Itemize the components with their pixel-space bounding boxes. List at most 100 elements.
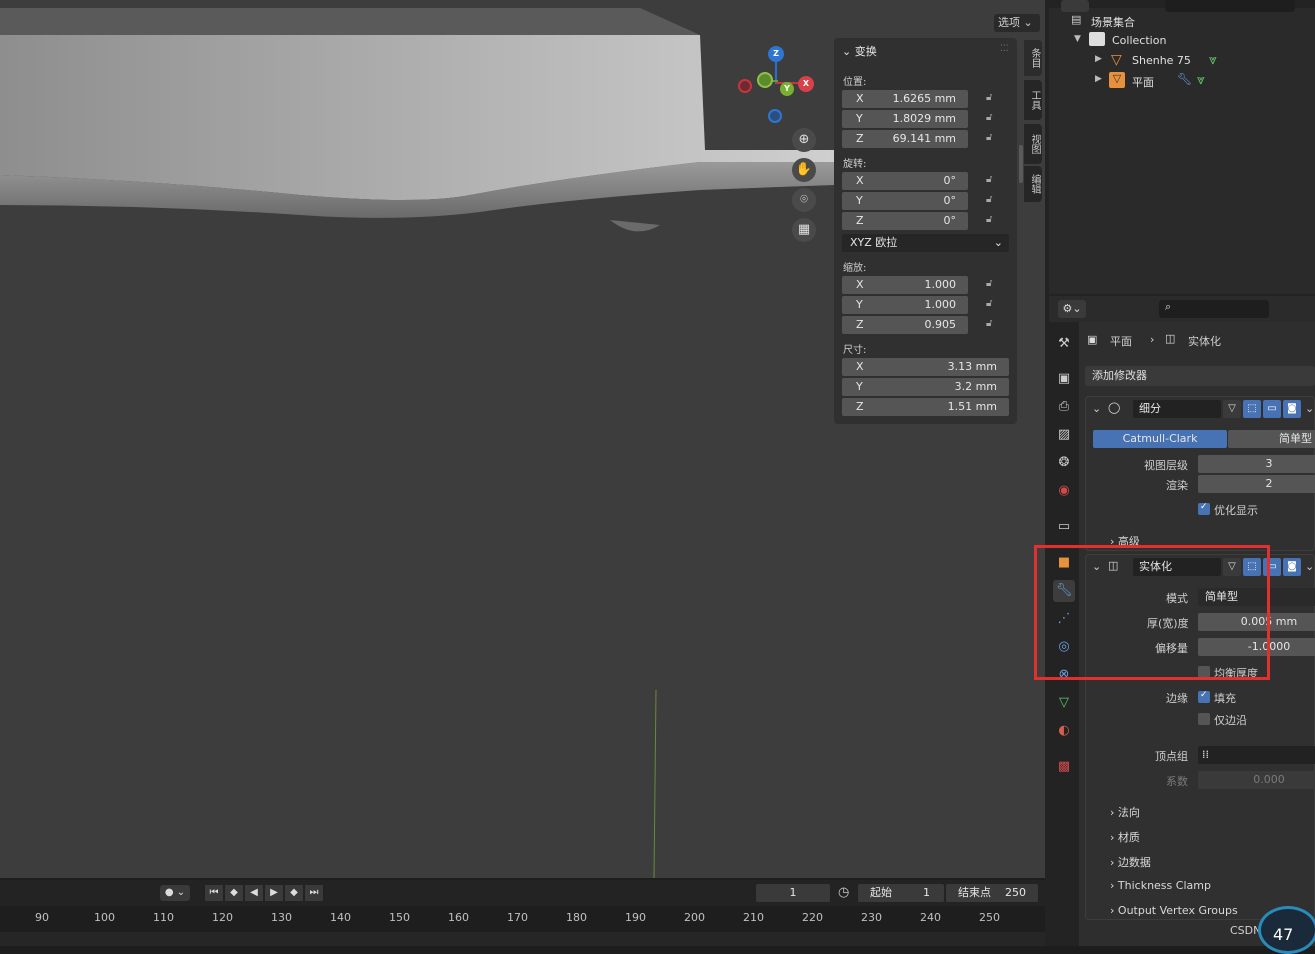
collapse-icon[interactable]: ⌄ [1092, 402, 1101, 415]
simple-button[interactable]: 简单型 [1228, 430, 1315, 448]
zoom-icon[interactable]: ⊕ [792, 128, 816, 152]
dimensions-z-field[interactable]: Z 1.51 mm [842, 398, 1009, 416]
x-axis-icon[interactable]: X [798, 76, 814, 92]
navigation-gizmo[interactable]: Z X Y [738, 44, 816, 128]
dimensions-x-field[interactable]: X 3.13 mm [842, 358, 1009, 376]
mesh-data-icon[interactable]: ⩔ [1197, 72, 1205, 88]
viewport-display-icon[interactable]: ▭ [1263, 400, 1281, 418]
start-frame-field[interactable]: 起始 1 [858, 884, 944, 902]
ortho-grid-icon[interactable]: ▦ [792, 218, 816, 242]
rim-only-checkbox[interactable] [1198, 713, 1210, 725]
tab-item[interactable]: 条目 [1024, 40, 1042, 76]
edge-data-section[interactable]: › 边数据 [1110, 854, 1151, 870]
material-tab-icon[interactable]: ◐ [1053, 720, 1075, 742]
materials-section[interactable]: › 材质 [1110, 829, 1140, 845]
lock-icon[interactable]: 🔓︎ [986, 92, 1002, 106]
render-tab-icon[interactable]: ▣ [1053, 368, 1075, 390]
fill-rim-checkbox[interactable]: ✓ [1198, 690, 1210, 703]
expand-arrow-icon[interactable]: ▶ [1095, 74, 1102, 84]
properties-search[interactable]: ⌕ [1159, 300, 1269, 318]
location-y-field[interactable]: Y 1.8029 mm [842, 110, 968, 128]
add-modifier-button[interactable]: 添加修改器 [1085, 366, 1315, 386]
tab-edit[interactable]: 编辑 [1024, 166, 1042, 202]
rotation-y-field[interactable]: Y 0° [842, 192, 968, 210]
world-tab-icon[interactable]: ◉ [1053, 480, 1075, 502]
next-keyframe-icon[interactable]: ◆ [285, 885, 303, 901]
scale-y-field[interactable]: Y 1.000 [842, 296, 968, 314]
subdiv-name-field[interactable]: 细分 [1133, 400, 1221, 418]
panel-scrollbar[interactable] [1019, 145, 1023, 183]
modifier-menu-icon[interactable]: ⌄ [1305, 402, 1314, 415]
jump-end-icon[interactable]: ⏭ [305, 885, 323, 901]
z-axis-icon[interactable]: Z [768, 46, 784, 62]
catmull-clark-button[interactable]: Catmull-Clark [1093, 430, 1227, 448]
scene-tab-icon[interactable]: ❂ [1053, 452, 1075, 474]
play-icon[interactable]: ▶ [265, 885, 283, 901]
texture-tab-icon[interactable]: ▩ [1053, 756, 1075, 778]
neg-y-axis-icon[interactable] [757, 72, 773, 88]
timeline-area[interactable] [0, 932, 1045, 946]
jump-start-icon[interactable]: ⏮ [205, 885, 223, 901]
rotation-x-field[interactable]: X 0° [842, 172, 968, 190]
modifier-wrench-icon[interactable]: 🔧︎ [1177, 72, 1192, 86]
mesh-data-icon[interactable]: ⩔ [1209, 52, 1217, 68]
scale-x-field[interactable]: X 1.000 [842, 276, 968, 294]
vertex-group-field[interactable]: ⁞⁞ [1198, 746, 1315, 764]
object-row-plane[interactable]: ▶ ▽ 平面 🔧︎ ⩔ [1049, 70, 1315, 90]
levels-field[interactable]: 3 [1198, 455, 1315, 473]
editmode-icon[interactable]: ⬚ [1243, 400, 1261, 418]
rotation-z-field[interactable]: Z 0° [842, 212, 968, 230]
rotation-mode-dropdown[interactable]: XYZ 欧拉 ⌄ [842, 234, 1009, 252]
modifier-menu-icon[interactable]: ⌄ [1305, 560, 1314, 573]
view-layer-tab-icon[interactable]: ▨ [1053, 424, 1075, 446]
data-tab-icon[interactable]: ▽ [1053, 692, 1075, 714]
edit-cage-icon[interactable]: ▽ [1223, 400, 1241, 418]
object-row-shenhe[interactable]: ▶ ▽ Shenhe 75 ⩔ [1049, 50, 1315, 70]
factor-field[interactable]: 0.000 [1198, 771, 1315, 789]
current-frame-field[interactable]: 1 [756, 884, 830, 902]
camera-icon[interactable]: ⌾ [792, 188, 816, 212]
expand-arrow-icon[interactable]: ▶ [1095, 54, 1102, 64]
pan-hand-icon[interactable]: ✋ [792, 158, 816, 182]
lock-icon[interactable]: 🔓︎ [986, 278, 1002, 292]
collection-row[interactable]: ▼ Collection [1049, 30, 1315, 50]
expand-arrow-icon[interactable]: ▼ [1074, 34, 1081, 44]
output-vertex-groups-section[interactable]: › Output Vertex Groups [1110, 904, 1238, 917]
lock-icon[interactable]: 🔓︎ [986, 112, 1002, 126]
lock-icon[interactable]: 🔓︎ [986, 298, 1002, 312]
neg-z-axis-icon[interactable] [768, 109, 782, 123]
prev-keyframe-icon[interactable]: ◆ [225, 885, 243, 901]
tool-tab-icon[interactable]: ⚒ [1053, 333, 1075, 355]
thickness-clamp-section[interactable]: › Thickness Clamp [1110, 879, 1211, 892]
render-camera-icon[interactable]: ◙ [1283, 400, 1301, 418]
dimensions-y-field[interactable]: Y 3.2 mm [842, 378, 1009, 396]
scene-collection-row[interactable]: ▤ 场景集合 [1049, 10, 1315, 30]
y-axis-icon[interactable]: Y [780, 82, 794, 96]
stopwatch-icon[interactable]: ◷ [838, 885, 849, 900]
lock-icon[interactable]: 🔓︎ [986, 194, 1002, 208]
keying-dropdown[interactable]: ● ⌄ [160, 885, 190, 901]
render-levels-field[interactable]: 2 [1198, 475, 1315, 493]
lock-icon[interactable]: 🔓︎ [986, 318, 1002, 332]
tab-view[interactable]: 视图 [1024, 124, 1042, 164]
3d-viewport[interactable]: 选项 ⌄ Z X Y ⊕ ✋ ⌾ ▦ ⌄ 变换 ⁚⁚⁚ 位置: X 1.6265 … [0, 0, 1045, 878]
options-dropdown[interactable]: 选项 ⌄ [994, 14, 1040, 32]
render-camera-icon[interactable]: ◙ [1283, 558, 1301, 576]
lock-icon[interactable]: 🔓︎ [986, 174, 1002, 188]
drag-handle-icon[interactable]: ⁚⁚⁚ [1000, 44, 1009, 54]
output-tab-icon[interactable]: ⎙ [1053, 396, 1075, 418]
editor-type-icon[interactable]: ⚙⌄ [1058, 300, 1086, 318]
neg-x-axis-icon[interactable] [738, 79, 752, 93]
end-frame-field[interactable]: 结束点 250 [946, 884, 1038, 902]
transform-header[interactable]: ⌄ 变换 [842, 43, 877, 59]
location-x-field[interactable]: X 1.6265 mm [842, 90, 968, 108]
lock-icon[interactable]: 🔓︎ [986, 214, 1002, 228]
play-reverse-icon[interactable]: ◀ [245, 885, 263, 901]
normals-section[interactable]: › 法向 [1110, 804, 1140, 820]
location-z-field[interactable]: Z 69.141 mm [842, 130, 968, 148]
scale-z-field[interactable]: Z 0.905 [842, 316, 968, 334]
lock-icon[interactable]: 🔓︎ [986, 132, 1002, 146]
collection-tab-icon[interactable]: ▭ [1053, 516, 1075, 538]
tab-tool[interactable]: 工具 [1024, 80, 1042, 120]
optimal-display-checkbox[interactable]: ✓ [1198, 502, 1210, 515]
